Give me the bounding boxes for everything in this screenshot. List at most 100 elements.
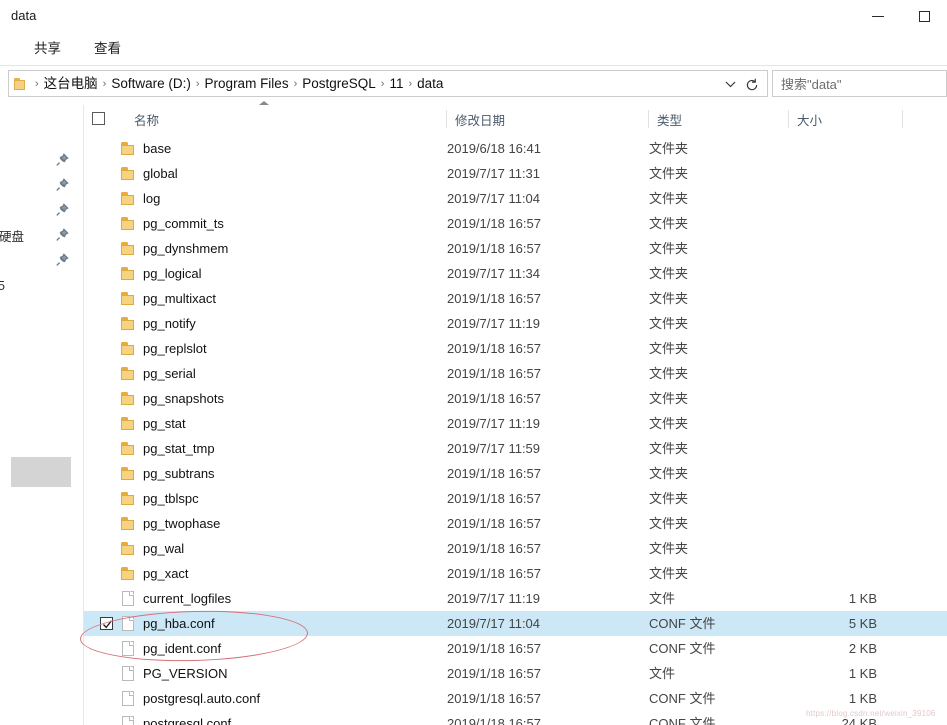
nav-item-1[interactable] (0, 148, 84, 173)
column-header-name-label: 名称 (114, 110, 159, 129)
file-name-label: postgresql.conf (143, 711, 231, 725)
file-name-cell: base (84, 136, 444, 161)
file-name-cell: postgresql.auto.conf (84, 686, 444, 711)
nav-item-label: 云端硬盘 (0, 226, 24, 245)
ribbon-divider (0, 65, 947, 66)
address-bar-actions (719, 71, 763, 98)
table-row[interactable]: postgresql.auto.conf2019/1/18 16:57CONF … (84, 686, 947, 711)
select-all-checkbox[interactable] (92, 112, 105, 125)
file-icon (120, 666, 136, 681)
file-list[interactable]: base2019/6/18 16:41文件夹global2019/7/17 11… (84, 136, 947, 725)
tab-share[interactable]: 共享 (32, 39, 63, 58)
table-row[interactable]: pg_logical2019/7/17 11:34文件夹 (84, 261, 947, 286)
table-row[interactable]: pg_tblspc2019/1/18 16:57文件夹 (84, 486, 947, 511)
breadcrumb-separator: › (289, 78, 303, 90)
file-type-cell: 文件夹 (649, 436, 789, 461)
file-date-cell: 2019/1/18 16:57 (447, 336, 643, 361)
table-row[interactable]: pg_hba.conf2019/7/17 11:04CONF 文件5 KB (84, 611, 947, 636)
file-type-cell: 文件夹 (649, 561, 789, 586)
search-box[interactable]: 搜索"data" (772, 70, 947, 97)
column-header-name[interactable]: 名称 (114, 105, 447, 133)
breadcrumb-item-this-pc[interactable]: 这台电脑 (44, 74, 98, 94)
file-name-label: pg_dynshmem (143, 236, 228, 261)
table-row[interactable]: pg_subtrans2019/1/18 16:57文件夹 (84, 461, 947, 486)
table-row[interactable]: pg_ident.conf2019/1/18 16:57CONF 文件2 KB (84, 636, 947, 661)
table-row[interactable]: pg_snapshots2019/1/18 16:57文件夹 (84, 386, 947, 411)
breadcrumb-separator: › (98, 78, 112, 90)
file-type-cell: 文件夹 (649, 261, 789, 286)
file-date-cell: 2019/1/18 16:57 (447, 686, 643, 711)
table-row[interactable]: pg_dynshmem2019/1/18 16:57文件夹 (84, 236, 947, 261)
file-date-cell: 2019/1/18 16:57 (447, 636, 643, 661)
table-row[interactable]: pg_twophase2019/1/18 16:57文件夹 (84, 511, 947, 536)
file-type-cell: 文件夹 (649, 486, 789, 511)
table-row[interactable]: pg_replslot2019/1/18 16:57文件夹 (84, 336, 947, 361)
nav-item-2[interactable] (0, 173, 84, 198)
breadcrumb-separator: › (191, 78, 205, 90)
column-header-type[interactable]: 类型 (649, 105, 789, 133)
table-row[interactable]: pg_serial2019/1/18 16:57文件夹 (84, 361, 947, 386)
breadcrumb-item-software-d[interactable]: Software (D:) (111, 74, 191, 94)
breadcrumb-item-11[interactable]: 11 (389, 74, 403, 94)
file-name-cell: pg_snapshots (84, 386, 444, 411)
file-icon (120, 591, 136, 606)
file-name-cell: pg_stat (84, 411, 444, 436)
file-name-label: pg_commit_ts (143, 211, 224, 236)
table-row[interactable]: base2019/6/18 16:41文件夹 (84, 136, 947, 161)
refresh-icon[interactable] (741, 72, 763, 97)
folder-icon (120, 316, 136, 331)
minimize-icon (872, 16, 884, 17)
chevron-down-icon[interactable] (719, 72, 741, 97)
maximize-button[interactable] (901, 0, 947, 32)
breadcrumb-item-program-files[interactable]: Program Files (205, 74, 289, 94)
table-row[interactable]: current_logfiles2019/7/17 11:19文件1 KB (84, 586, 947, 611)
navigation-scrollbar-thumb[interactable] (11, 457, 71, 487)
folder-icon (120, 291, 136, 306)
table-row[interactable]: pg_commit_ts2019/1/18 16:57文件夹 (84, 211, 947, 236)
table-row[interactable]: pg_multixact2019/1/18 16:57文件夹 (84, 286, 947, 311)
breadcrumb-item-postgresql[interactable]: PostgreSQL (302, 74, 376, 94)
tab-view[interactable]: 查看 (92, 39, 123, 58)
pin-icon[interactable] (55, 228, 69, 242)
file-date-cell: 2019/1/18 16:57 (447, 361, 643, 386)
table-row[interactable]: pg_notify2019/7/17 11:19文件夹 (84, 311, 947, 336)
table-row[interactable]: pg_stat2019/7/17 11:19文件夹 (84, 411, 947, 436)
file-name-cell: pg_logical (84, 261, 444, 286)
file-type-cell: 文件夹 (649, 461, 789, 486)
table-row[interactable]: pg_wal2019/1/18 16:57文件夹 (84, 536, 947, 561)
file-type-cell: 文件夹 (649, 536, 789, 561)
column-divider[interactable] (902, 110, 903, 128)
nav-item-6[interactable]: 5 (0, 273, 84, 298)
table-row[interactable]: PG_VERSION2019/1/18 16:57文件1 KB (84, 661, 947, 686)
row-checkbox[interactable] (100, 617, 113, 630)
file-name-cell: pg_notify (84, 311, 444, 336)
table-row[interactable]: global2019/7/17 11:31文件夹 (84, 161, 947, 186)
file-name-cell: pg_twophase (84, 511, 444, 536)
nav-item-3[interactable] (0, 198, 84, 223)
file-icon (120, 716, 136, 725)
file-type-cell: 文件夹 (649, 411, 789, 436)
column-header-date[interactable]: 修改日期 (447, 105, 649, 133)
breadcrumb[interactable]: › 这台电脑 › Software (D:) › Program Files ›… (8, 70, 768, 97)
breadcrumb-item-data[interactable]: data (417, 74, 443, 94)
search-input[interactable]: 搜索"data" (781, 74, 842, 93)
minimize-button[interactable] (855, 0, 901, 32)
pin-icon[interactable] (55, 153, 69, 167)
window-title: data (11, 8, 36, 24)
file-date-cell: 2019/1/18 16:57 (447, 661, 643, 686)
table-row[interactable]: pg_stat_tmp2019/7/17 11:59文件夹 (84, 436, 947, 461)
file-icon (120, 691, 136, 706)
pin-icon[interactable] (55, 203, 69, 217)
file-name-label: pg_twophase (143, 511, 220, 536)
nav-item-cloud-drive[interactable]: 云端硬盘 (0, 223, 84, 248)
table-row[interactable]: pg_xact2019/1/18 16:57文件夹 (84, 561, 947, 586)
column-header-size[interactable]: 大小 (789, 105, 903, 133)
maximize-icon (919, 11, 930, 22)
pin-icon[interactable] (55, 178, 69, 192)
table-row[interactable]: log2019/7/17 11:04文件夹 (84, 186, 947, 211)
folder-icon (14, 78, 28, 90)
file-date-cell: 2019/1/18 16:57 (447, 486, 643, 511)
nav-item-5[interactable] (0, 248, 84, 273)
sort-ascending-icon (259, 101, 269, 105)
pin-icon[interactable] (55, 253, 69, 267)
